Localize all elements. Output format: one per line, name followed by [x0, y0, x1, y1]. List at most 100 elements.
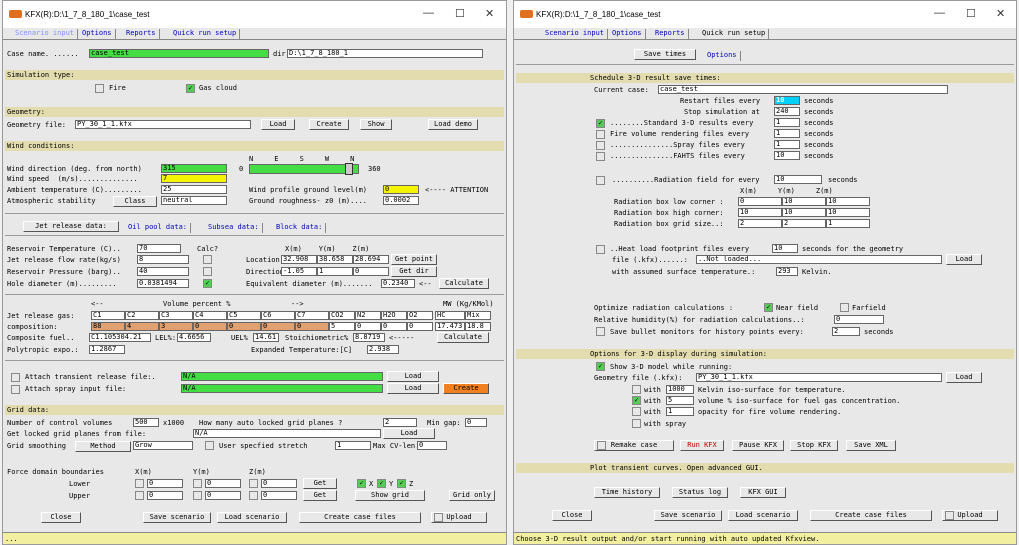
restart-input[interactable]: 10: [774, 96, 800, 105]
stop-input[interactable]: 240: [774, 107, 800, 116]
standard-results-input[interactable]: 1: [774, 118, 800, 127]
fire-volume-checkbox[interactable]: [596, 130, 605, 139]
radiation-high-x[interactable]: 10: [738, 208, 782, 217]
display-geometry-input[interactable]: PY_30_1_1.kfx: [696, 373, 942, 382]
min-gap-input[interactable]: 0: [465, 418, 487, 427]
attach-transient-input[interactable]: N/A: [181, 372, 383, 381]
current-case-input[interactable]: case_test: [658, 85, 948, 94]
radiation-high-z[interactable]: 10: [826, 208, 870, 217]
upload-checkbox[interactable]: [434, 513, 443, 522]
close-icon[interactable]: ✕: [485, 7, 494, 20]
grow-input[interactable]: Grow: [133, 441, 193, 450]
radiation-grid-x[interactable]: 2: [738, 219, 782, 228]
maximize-icon[interactable]: ☐: [455, 7, 465, 20]
wind-profile-input[interactable]: 0: [383, 185, 419, 194]
equivalent-diameter-input[interactable]: 0.2340: [381, 279, 415, 288]
show-grid-button[interactable]: Show grid: [355, 490, 425, 501]
close-button[interactable]: Close: [552, 510, 592, 521]
composite-fuel-input[interactable]: C1.105304.21: [89, 333, 151, 342]
uel-input[interactable]: 14.61: [253, 333, 279, 342]
composition-cell[interactable]: 4: [125, 322, 159, 331]
pause-kfx-button[interactable]: Pause KFX: [732, 440, 784, 451]
attach-spray-checkbox[interactable]: [11, 385, 20, 394]
close-icon[interactable]: ✕: [996, 7, 1005, 20]
show-3d-checkbox[interactable]: ✓: [596, 362, 605, 371]
spray-checkbox[interactable]: [596, 141, 605, 150]
tab-quick-run-setup[interactable]: Quick run setup: [170, 29, 241, 39]
near-field-checkbox[interactable]: ✓: [764, 303, 773, 312]
load-scenario-button[interactable]: Load scenario: [728, 510, 798, 521]
radiation-grid-z[interactable]: 1: [826, 219, 870, 228]
method-button[interactable]: Method: [75, 441, 131, 452]
tab-save-times[interactable]: Save times: [634, 49, 696, 60]
roughness-input[interactable]: 0.0002: [383, 196, 419, 205]
composition-cell[interactable]: 5: [329, 322, 355, 331]
stretch-input[interactable]: 1: [335, 441, 371, 450]
calc-hole-checkbox[interactable]: ✓: [203, 279, 212, 288]
composition-cell[interactable]: 0: [227, 322, 261, 331]
polytropic-input[interactable]: 1.2867: [89, 345, 125, 354]
expanded-temp-input[interactable]: 2.938: [367, 345, 399, 354]
fire-volume-input[interactable]: 1: [774, 129, 800, 138]
radiation-low-y[interactable]: 10: [782, 197, 826, 206]
dir-input[interactable]: D:\1_7_8_180_1: [287, 49, 483, 58]
create-case-files-button[interactable]: Create case files: [299, 512, 421, 523]
load-button[interactable]: Load: [261, 119, 295, 130]
tab-jet-release[interactable]: Jet release data:: [23, 221, 119, 232]
remake-checkbox[interactable]: [597, 441, 606, 450]
show-z-checkbox[interactable]: ✓: [397, 479, 406, 488]
load-scenario-button[interactable]: Load scenario: [217, 512, 287, 523]
wind-direction-input[interactable]: 315: [161, 164, 227, 173]
display-geometry-load-button[interactable]: Load: [946, 372, 982, 383]
surface-temp-input[interactable]: 293: [776, 267, 798, 276]
lower-z-checkbox[interactable]: [249, 479, 258, 488]
temp-iso-input[interactable]: 1000: [666, 385, 694, 394]
wind-speed-input[interactable]: 7: [161, 174, 227, 183]
tab-quick-run-setup[interactable]: Quick run setup: [699, 29, 770, 39]
status-log-button[interactable]: Status log: [672, 487, 728, 498]
heat-load-checkbox[interactable]: [596, 245, 605, 254]
location-z-input[interactable]: 28.694: [353, 255, 389, 264]
tab-oil-pool[interactable]: Oil pool data:: [125, 223, 192, 233]
calc-rate-checkbox[interactable]: [203, 255, 212, 264]
lower-y-input[interactable]: 0: [205, 479, 241, 488]
composition-cell[interactable]: 0: [355, 322, 381, 331]
get-upper-button[interactable]: Get: [303, 490, 337, 501]
kfx-gui-button[interactable]: KFX GUI: [740, 487, 786, 498]
save-scenario-button[interactable]: Save scenario: [143, 512, 211, 523]
load-transient-button[interactable]: Load: [387, 371, 439, 382]
upload-checkbox[interactable]: [945, 511, 954, 520]
tab-reports[interactable]: Reports: [123, 29, 160, 39]
load-demo-button[interactable]: Load demo: [428, 119, 478, 130]
save-scenario-button[interactable]: Save scenario: [654, 510, 722, 521]
location-x-input[interactable]: 32.908: [281, 255, 317, 264]
bullet-monitor-input[interactable]: 2: [832, 327, 860, 336]
remake-case-button[interactable]: Remake case: [594, 440, 674, 451]
lower-z-input[interactable]: 0: [261, 479, 297, 488]
show-button[interactable]: Show: [360, 119, 392, 130]
save-xml-button[interactable]: Save XML: [846, 440, 896, 451]
auto-grid-input[interactable]: 2: [383, 418, 417, 427]
get-point-button[interactable]: Get point: [391, 254, 437, 265]
create-spray-button[interactable]: Create: [443, 383, 489, 394]
lower-x-input[interactable]: 0: [147, 479, 183, 488]
ambient-temp-input[interactable]: 25: [161, 185, 227, 194]
opacity-input[interactable]: 1: [666, 407, 694, 416]
ncv-input[interactable]: 500: [133, 418, 159, 427]
case-name-input[interactable]: case_test: [89, 49, 269, 58]
tab-subsea[interactable]: Subsea data:: [205, 223, 263, 233]
composition-cell[interactable]: 0: [261, 322, 295, 331]
run-kfx-button[interactable]: Run KFX: [680, 440, 724, 451]
tab-block[interactable]: Block data:: [273, 223, 327, 233]
composition-cell[interactable]: 17.473: [435, 322, 465, 331]
gas-iso-input[interactable]: 5: [666, 396, 694, 405]
location-y-input[interactable]: 38.658: [317, 255, 353, 264]
calc-pressure-checkbox[interactable]: [203, 267, 212, 276]
fire-checkbox[interactable]: [95, 84, 104, 93]
far-field-checkbox[interactable]: [840, 303, 849, 312]
radiation-input[interactable]: 10: [774, 175, 822, 184]
gas-iso-checkbox[interactable]: ✓: [632, 396, 641, 405]
temp-iso-checkbox[interactable]: [632, 385, 641, 394]
tab-reports[interactable]: Reports: [652, 29, 689, 39]
lower-x-checkbox[interactable]: [135, 479, 144, 488]
